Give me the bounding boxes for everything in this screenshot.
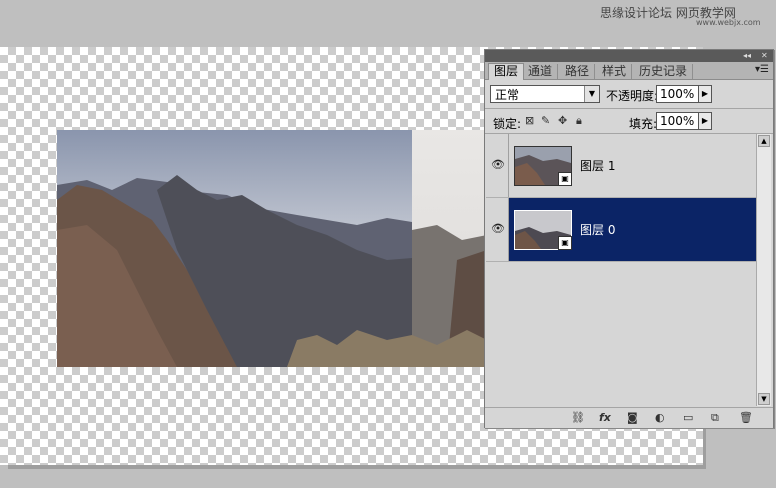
mask-icon[interactable]: ◙ <box>627 411 638 424</box>
fill-label: 填充: <box>629 117 658 131</box>
opacity-label: 不透明度: <box>606 89 659 103</box>
blend-row: 正常 ▼ 不透明度: 100% ▶ <box>485 83 773 107</box>
scroll-down-icon[interactable]: ▼ <box>758 393 770 405</box>
tab-history[interactable]: 历史记录 <box>634 64 694 79</box>
tab-styles[interactable]: 样式 <box>597 64 633 79</box>
collapse-icon[interactable]: ◂◂ <box>743 51 751 60</box>
visibility-toggle[interactable]: 👁︎ <box>486 134 509 197</box>
layer-row-1[interactable]: 👁︎ ▣ 图层 1 <box>486 134 756 198</box>
panel-tabs: 图层 通道 路径 样式 历史记录 ▾☰ <box>485 62 773 80</box>
layers-list: 👁︎ ▣ 图层 1 👁︎ ▣ 图层 0 <box>486 134 756 406</box>
close-icon[interactable]: ✕ <box>761 51 768 60</box>
smart-object-icon: ▣ <box>558 236 572 250</box>
layer-row-0[interactable]: 👁︎ ▣ 图层 0 <box>486 198 756 262</box>
panel-footer: ⛓︎ fx ◙ ◐ ▭ ⧉ 🗑︎ <box>485 407 773 428</box>
lock-label: 锁定: <box>493 117 522 131</box>
lock-all-icon[interactable]: 🔒︎ <box>576 114 582 128</box>
divider <box>485 108 773 109</box>
lock-transparency-icon[interactable]: ⊠ <box>525 114 534 127</box>
link-icon[interactable]: ⛓︎ <box>571 411 585 424</box>
fx-icon[interactable]: fx <box>599 411 611 424</box>
blend-mode-select[interactable]: 正常 ▼ <box>490 85 600 103</box>
visibility-toggle[interactable]: 👁︎ <box>486 198 509 261</box>
new-layer-icon[interactable]: ⧉ <box>711 411 719 425</box>
lock-move-icon[interactable]: ✥ <box>558 114 567 127</box>
eye-icon: 👁︎ <box>491 158 505 171</box>
scroll-up-icon[interactable]: ▲ <box>758 135 770 147</box>
layer-name[interactable]: 图层 1 <box>580 157 615 174</box>
opacity-slider-icon[interactable]: ▶ <box>698 85 712 103</box>
layers-panel: ◂◂ ✕ 图层 通道 路径 样式 历史记录 ▾☰ 正常 ▼ 不透明度: 100%… <box>484 49 774 428</box>
canvas-shadow <box>8 465 703 469</box>
smart-object-icon: ▣ <box>558 172 572 186</box>
lock-brush-icon[interactable]: ✎ <box>541 114 550 127</box>
panel-menu-icon[interactable]: ▾☰ <box>755 64 769 75</box>
watermark-url: www.webjx.com <box>696 18 761 27</box>
trash-icon[interactable]: 🗑︎ <box>739 411 753 424</box>
mountain-photo <box>57 130 487 367</box>
fill-slider-icon[interactable]: ▶ <box>698 112 712 130</box>
panel-titlebar[interactable]: ◂◂ ✕ <box>485 50 773 62</box>
layer-name[interactable]: 图层 0 <box>580 221 615 238</box>
blend-mode-value: 正常 <box>495 88 520 102</box>
tab-channels[interactable]: 通道 <box>523 64 559 79</box>
chevron-down-icon[interactable]: ▼ <box>584 86 599 102</box>
layers-scrollbar[interactable]: ▲ ▼ <box>756 134 771 406</box>
eye-icon: 👁︎ <box>491 222 505 235</box>
adjustment-icon[interactable]: ◐ <box>655 411 665 424</box>
folder-icon[interactable]: ▭ <box>683 411 693 424</box>
tab-paths[interactable]: 路径 <box>560 64 596 79</box>
tab-layers[interactable]: 图层 <box>488 63 525 80</box>
